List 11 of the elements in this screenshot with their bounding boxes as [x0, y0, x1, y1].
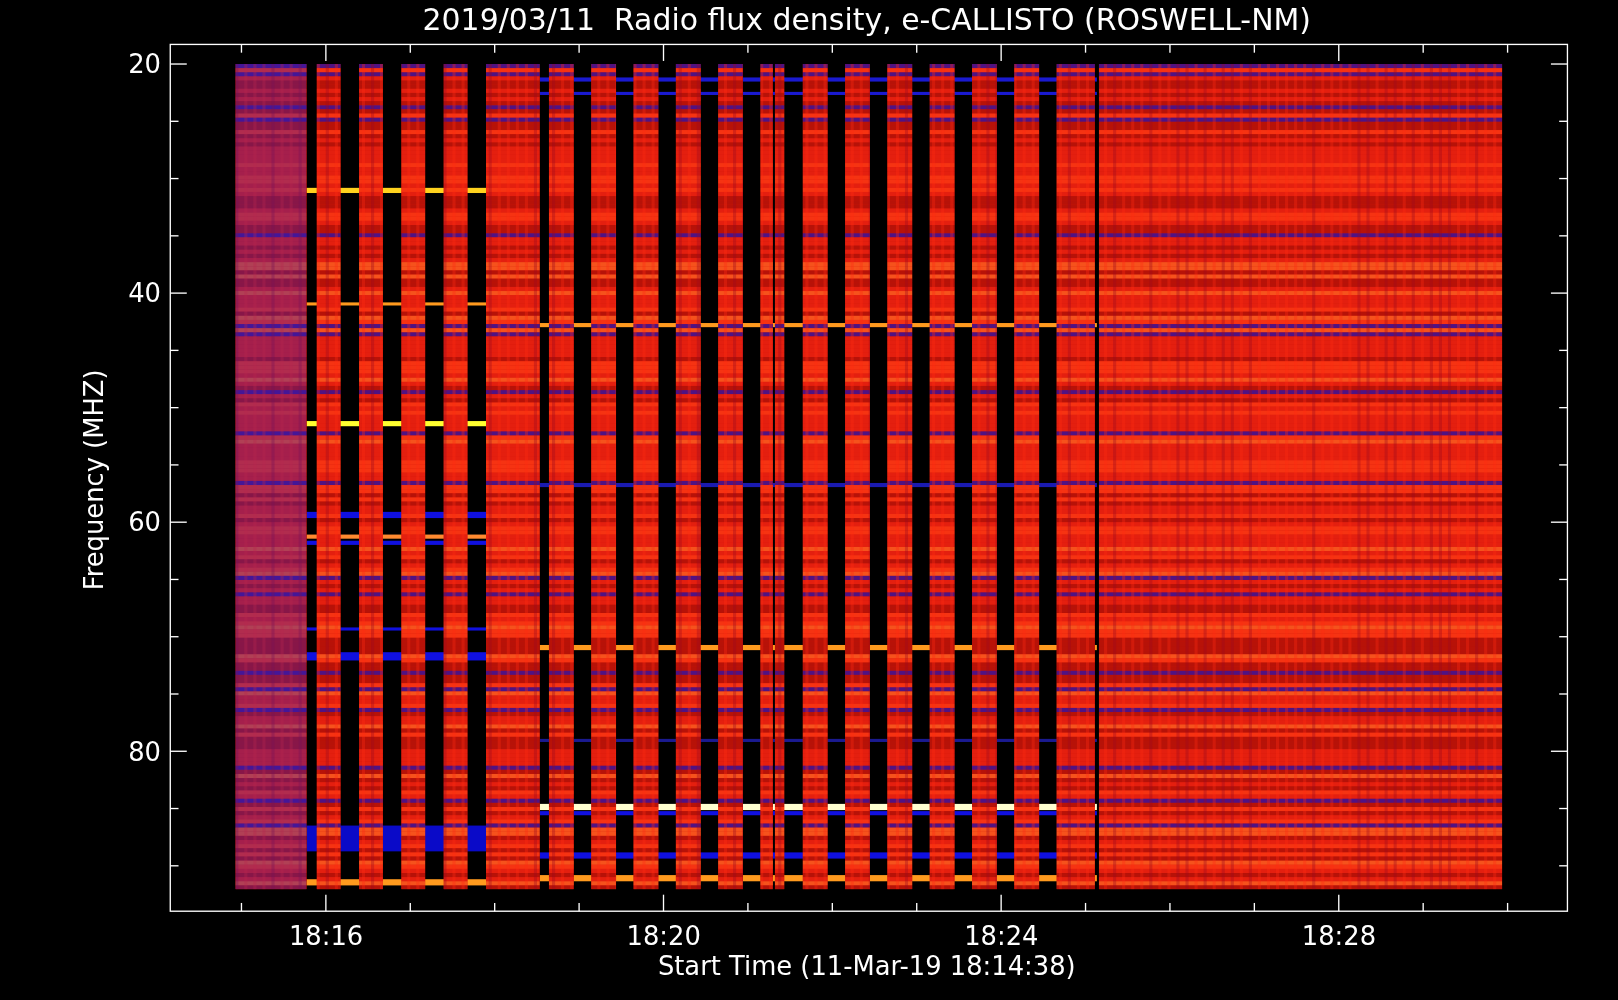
x-axis-label: Start Time (11-Mar-19 18:14:38) [657, 951, 1076, 982]
x-tick-label: 18:28 [1301, 921, 1377, 952]
chart-title: 2019/03/11 Radio flux density, e-CALLISTO (ROSWELL-NM) [422, 2, 1311, 37]
y-tick-label: 60 [128, 507, 161, 538]
x-tick-label: 18:16 [288, 921, 364, 952]
y-tick-label: 80 [128, 736, 161, 767]
y-tick-label: 40 [128, 278, 161, 309]
x-tick-label: 18:20 [626, 921, 701, 952]
y-tick-label: 20 [128, 49, 161, 80]
x-tick-label: 18:24 [964, 921, 1039, 952]
y-axis-label: Frequency (MHZ) [79, 369, 110, 591]
